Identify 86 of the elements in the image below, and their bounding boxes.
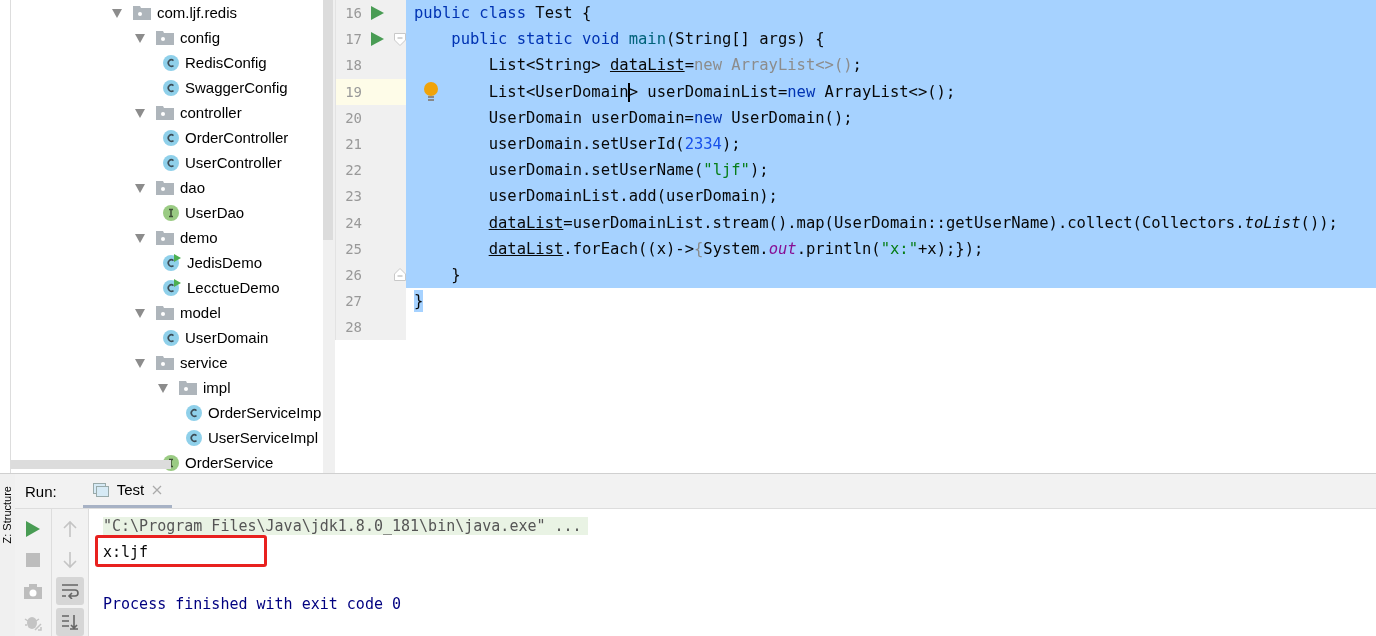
code-line: public static void main(String[] args) { <box>450 29 825 51</box>
up-arrow-icon[interactable] <box>63 520 77 538</box>
line-number: 24 <box>344 214 362 231</box>
close-icon[interactable] <box>152 484 163 495</box>
run-icon[interactable] <box>370 6 384 21</box>
expanded-arrow-icon[interactable] <box>134 231 146 244</box>
class-icon <box>163 154 179 171</box>
code-line: userDomain.setUserId(2334); <box>487 134 741 156</box>
folder-icon <box>156 230 174 245</box>
tree-item[interactable]: UserDao <box>11 200 323 225</box>
tree-item[interactable]: model <box>11 300 323 325</box>
code-line: } <box>450 264 461 286</box>
scrollbar[interactable] <box>323 0 335 473</box>
expanded-arrow-icon[interactable] <box>134 306 146 319</box>
scrollbar[interactable] <box>11 460 171 469</box>
folder-icon <box>156 180 174 195</box>
line-number: 19 <box>344 83 362 100</box>
tree-item[interactable]: UserController <box>11 150 323 175</box>
camera-icon[interactable] <box>24 583 42 599</box>
tree-item[interactable]: LecctueDemo <box>11 275 323 300</box>
fold-icon[interactable] <box>394 32 406 46</box>
expanded-arrow-icon[interactable] <box>134 181 146 194</box>
line-number: 22 <box>344 162 362 179</box>
tree-item[interactable]: OrderController <box>11 125 323 150</box>
code-line: List<String> dataList=new ArrayList<>(); <box>487 55 862 77</box>
expanded-arrow-icon[interactable] <box>111 6 123 19</box>
folder-icon <box>156 305 174 320</box>
run-tab[interactable]: Test <box>82 474 173 508</box>
tree-item[interactable]: impl <box>11 375 323 400</box>
tree-item[interactable]: UserServiceImpl <box>11 425 323 450</box>
line-number: 27 <box>344 293 362 310</box>
line-number: 21 <box>344 136 362 153</box>
code-line: userDomainList.add(userDomain); <box>487 186 778 208</box>
folder-icon <box>156 105 174 120</box>
tree-item[interactable]: service <box>11 350 323 375</box>
tree-item[interactable]: RedisConfig <box>11 50 323 75</box>
console-icon <box>92 482 109 497</box>
runnable-class-icon <box>163 254 181 271</box>
tree-item[interactable]: config <box>11 25 323 50</box>
down-arrow-icon[interactable] <box>63 551 77 569</box>
lightbulb-icon[interactable] <box>424 81 438 102</box>
class-icon <box>163 79 179 96</box>
tree-item[interactable]: dao <box>11 175 323 200</box>
run-label: Run: <box>25 482 57 500</box>
class-icon <box>163 54 179 71</box>
code-line: dataList.forEach((x)->{System.out.println("x:"+x);}); <box>487 238 984 260</box>
interface-icon <box>163 204 179 221</box>
tree-item[interactable]: com.ljf.redis <box>11 0 323 25</box>
code-line: userDomain.setUserName("ljf"); <box>487 160 769 182</box>
tree-item[interactable]: demo <box>11 225 323 250</box>
expanded-arrow-icon[interactable] <box>134 356 146 369</box>
scroll-to-end-icon[interactable] <box>61 614 79 630</box>
folder-icon <box>179 380 197 395</box>
folder-icon <box>156 355 174 370</box>
line-number: 25 <box>344 240 362 257</box>
runnable-class-icon <box>163 279 181 296</box>
exit-message: Process finished with exit code 0 <box>103 595 401 613</box>
tree-item[interactable]: OrderServiceImp <box>11 400 323 425</box>
class-icon <box>163 329 179 346</box>
soft-wrap-icon[interactable] <box>61 583 79 599</box>
expanded-arrow-icon[interactable] <box>134 31 146 44</box>
console-output: x:ljf <box>103 543 149 561</box>
class-icon <box>186 404 202 421</box>
expanded-arrow-icon[interactable] <box>134 106 146 119</box>
fold-icon[interactable] <box>394 268 406 282</box>
tree-item[interactable]: controller <box>11 100 323 125</box>
line-number: 17 <box>344 31 362 48</box>
line-number: 26 <box>344 266 362 283</box>
class-icon <box>163 129 179 146</box>
line-number: 23 <box>344 188 362 205</box>
line-number: 16 <box>344 5 362 22</box>
line-number: 20 <box>344 109 362 126</box>
folder-icon <box>156 30 174 45</box>
expanded-arrow-icon[interactable] <box>157 381 169 394</box>
folder-icon <box>133 5 151 20</box>
class-icon <box>186 429 202 446</box>
run-icon[interactable] <box>26 521 40 537</box>
run-icon[interactable] <box>370 32 384 47</box>
code-line: UserDomain userDomain=new UserDomain(); <box>487 107 853 129</box>
tree-item[interactable]: JedisDemo <box>11 250 323 275</box>
tree-item[interactable]: SwaggerConfig <box>11 75 323 100</box>
tree-item[interactable]: UserDomain <box>11 325 323 350</box>
code-line: public class Test { <box>414 3 592 25</box>
line-number: 18 <box>344 57 362 74</box>
code-line: dataList=userDomainList.stream().map(UserDomain::getUserName).collect(Collectors.toList()); <box>487 212 1338 234</box>
line-number: 28 <box>344 319 362 336</box>
